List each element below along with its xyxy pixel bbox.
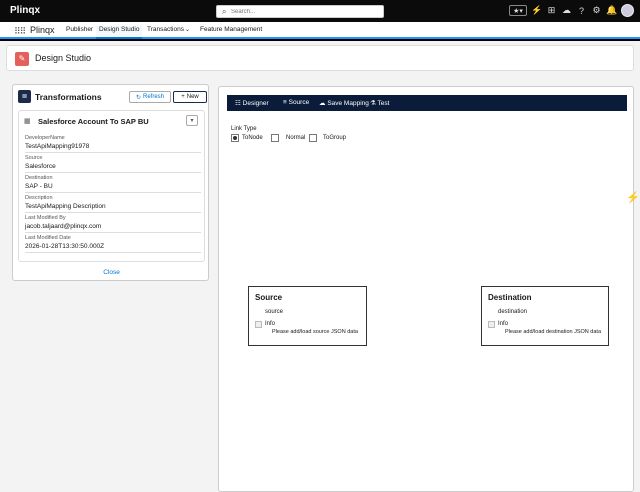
field-destination: Destination SAP - BU [25,173,201,193]
search-icon: ⌕ [222,7,227,16]
destination-node-title: Destination [488,293,532,302]
link-type-tonode[interactable]: ToNode [231,134,263,142]
link-type-label: Link Type [231,126,257,132]
record-menu-button[interactable]: ▾ [186,115,198,126]
brand-logo: Plinqx [10,5,41,16]
nav-item-publisher[interactable]: Publisher [66,26,93,39]
source-tab[interactable]: ≡ Source [283,99,309,106]
record-icon: ▦ [24,118,31,125]
field-last-modified-by: Last Modified By jacob.taljaard@plinqx.c… [25,213,201,233]
plus-icon: + [181,94,185,100]
destination-info-checkbox[interactable] [488,321,495,328]
field-last-modified-date: Last Modified Date 2026-01-28T13:30:50.0… [25,233,201,253]
field-source: Source Salesforce [25,153,201,173]
close-link[interactable]: Close [13,269,210,276]
radio-tonode[interactable] [231,134,239,142]
page-title: Design Studio [35,53,92,63]
designer-icon: ☷ [235,100,241,107]
page-header: ✎ Design Studio [6,45,634,71]
test-icon: ⚗ [370,100,376,107]
source-info-label: Info [265,321,276,327]
nav-item-transactions[interactable]: Transactions [147,26,184,39]
destination-node-root: destination [498,309,528,315]
field-developer-name: DeveloperName TestApiMapping91978 [25,133,201,153]
record-title: Salesforce Account To SAP BU [38,117,149,126]
avatar[interactable] [621,4,634,17]
source-node-root: source [265,309,284,315]
record-detail: ▦ Salesforce Account To SAP BU ▾ Develop… [18,110,205,262]
nav-item-feature-management[interactable]: Feature Management [200,26,262,39]
bell-icon[interactable]: 🔔 [606,5,617,16]
save-icon: ☁ [319,100,326,107]
bolt-icon[interactable]: ⚡ [626,191,640,204]
panel-title: Transformations [35,92,102,102]
save-mapping-button[interactable]: ☁ Save Mapping [319,99,369,107]
destination-node-message: Please add/load destination JSON data [505,329,602,335]
app-navigation: ⠿⠿ Plinqx Publisher Design Studio Transa… [0,22,640,39]
help-icon[interactable]: ? [576,6,587,16]
source-info-checkbox[interactable] [255,321,262,328]
source-node-message: Please add/load source JSON data [272,329,358,335]
design-studio-icon: ✎ [15,52,29,66]
source-node[interactable]: Source source Info Please add/load sourc… [248,286,367,346]
destination-info-label: Info [498,321,509,327]
global-header: Plinqx ⌕ ★▾ ⚡ ⊞ ☁ ? ⚙ 🔔 [0,0,640,22]
app-launcher-icon[interactable]: ⠿⠿ [14,26,26,37]
gear-icon[interactable]: ⚙ [591,5,602,16]
source-node-title: Source [255,293,283,302]
new-button[interactable]: + New [173,91,207,103]
refresh-button[interactable]: ↻ Refresh [129,91,171,103]
bolt-icon[interactable]: ⚡ [531,5,542,16]
link-type-normal[interactable]: Normal [271,134,305,142]
nav-item-design-studio[interactable]: Design Studio [96,26,143,39]
add-icon[interactable]: ⊞ [546,5,557,16]
field-description: Description TestApiMapping Description [25,193,201,213]
search-input[interactable] [231,7,381,17]
designer-tab[interactable]: ☷ Designer [235,99,269,107]
link-type-togroup[interactable]: ToGroup [309,134,346,142]
source-icon: ≡ [283,99,287,106]
radio-normal[interactable] [271,134,279,142]
test-button[interactable]: ⚗ Test [370,99,389,107]
trailhead-icon[interactable]: ☁ [561,5,572,16]
destination-node[interactable]: Destination destination Info Please add/… [481,286,609,346]
favorites-star-icon[interactable]: ★▾ [509,5,527,16]
designer-panel: ☷ Designer ≡ Source ☁ Save Mapping ⚗ Tes… [218,86,634,492]
transformations-panel: ≣ Transformations ↻ Refresh + New ▦ Salesf… [12,84,209,281]
chevron-down-icon[interactable]: ⌄ [185,26,190,39]
radio-togroup[interactable] [309,134,317,142]
list-icon: ≣ [18,90,31,103]
global-search[interactable]: ⌕ [216,5,384,18]
refresh-icon: ↻ [135,94,141,101]
designer-toolbar: ☷ Designer ≡ Source ☁ Save Mapping ⚗ Tes… [227,95,627,111]
app-name: Plinqx [30,25,55,35]
